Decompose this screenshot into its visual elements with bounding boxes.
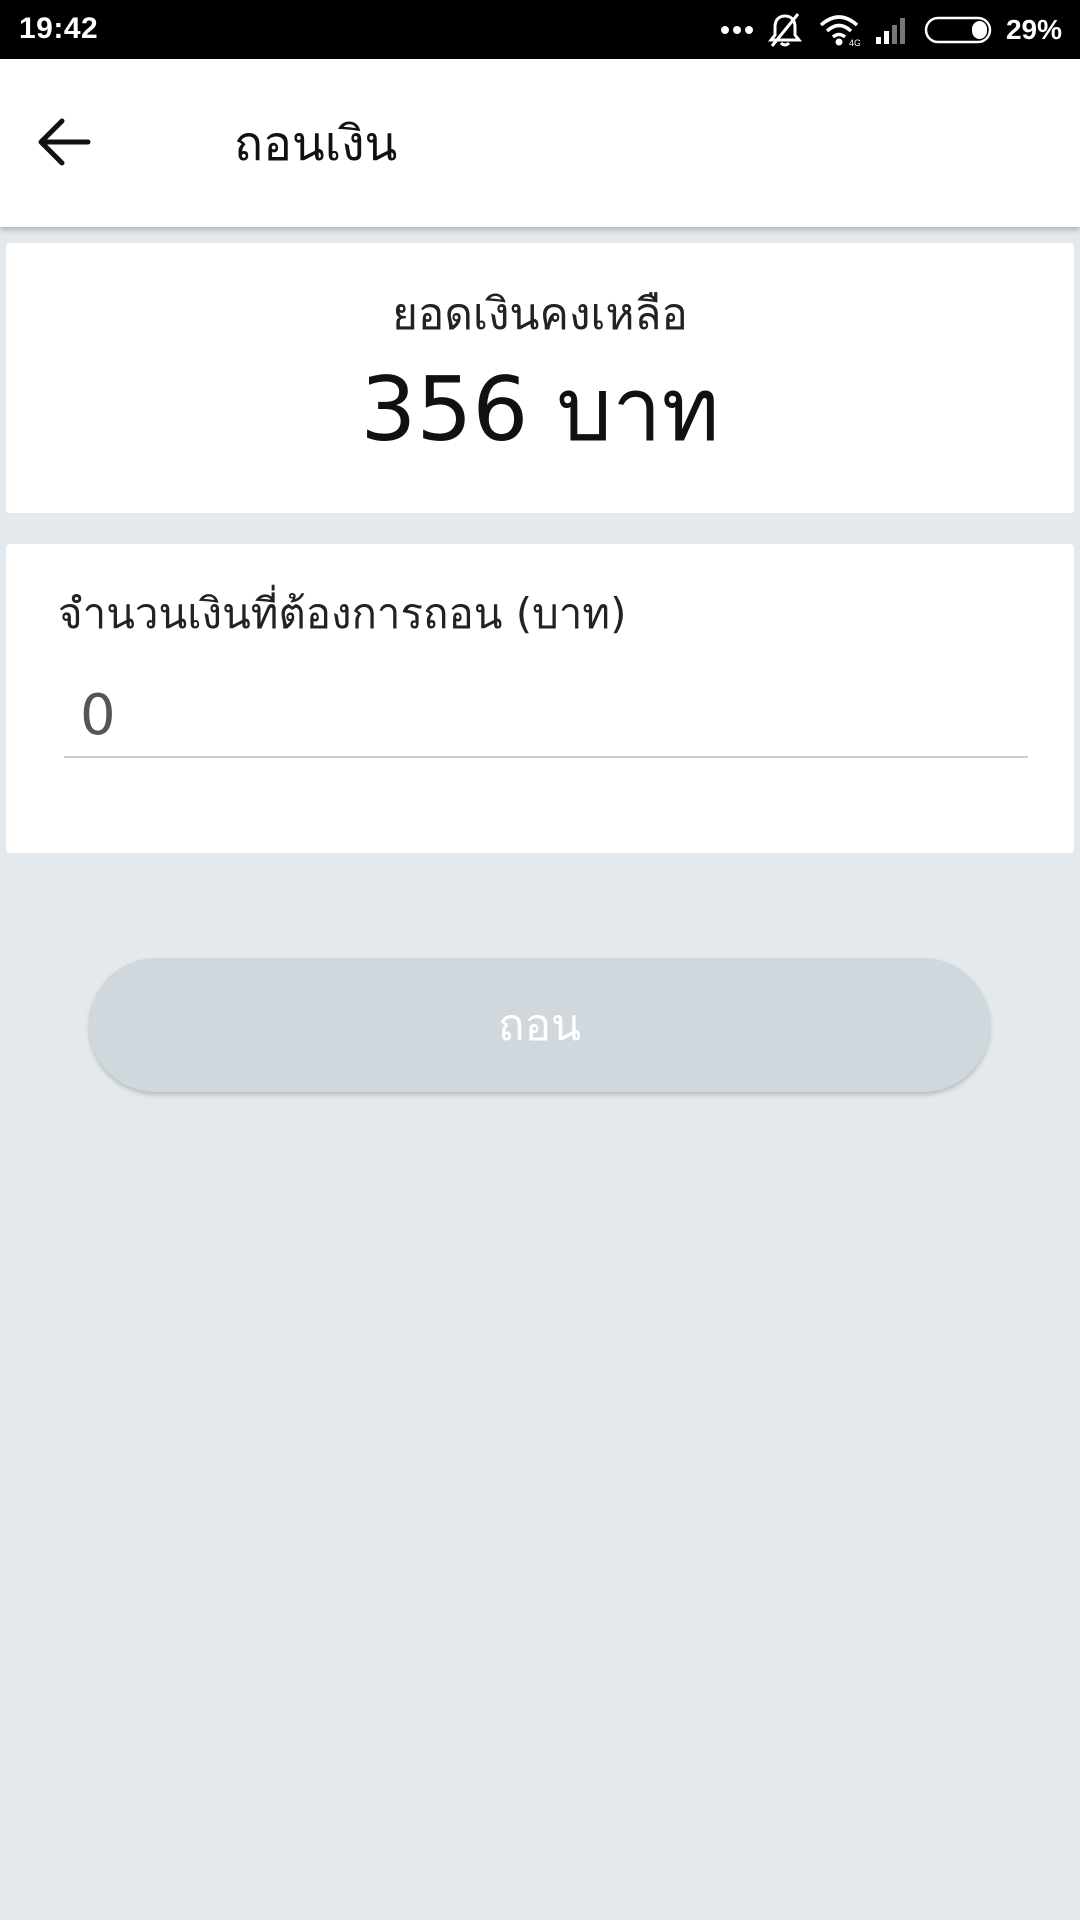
withdraw-button[interactable]: ถอน	[89, 958, 990, 1092]
status-time: 19:42	[19, 12, 99, 45]
battery-percent: 29%	[1005, 14, 1062, 45]
status-icons: 4G 29%	[720, 10, 1062, 50]
back-button[interactable]	[24, 104, 104, 184]
bell-off-icon	[767, 12, 802, 48]
withdraw-button-label: ถอน	[497, 1000, 582, 1051]
balance-label: ยอดเงินคงเหลือ	[392, 289, 688, 340]
more-dots-icon	[720, 24, 754, 36]
svg-text:4G: 4G	[849, 38, 860, 47]
balance-card: ยอดเงินคงเหลือ 356 บาท	[6, 243, 1074, 513]
page-title: ถอนเงิน	[234, 116, 398, 172]
battery-icon	[924, 15, 996, 45]
cell-signal-icon	[874, 15, 910, 45]
balance-value: 356 บาท	[360, 358, 720, 461]
arrow-left-icon	[36, 116, 92, 172]
amount-input[interactable]	[64, 674, 1028, 758]
amount-card: จำนวนเงินที่ต้องการถอน (บาท)	[6, 544, 1074, 853]
status-bar: 19:42 4G 29%	[0, 0, 1080, 59]
amount-label: จำนวนเงินที่ต้องการถอน (บาท)	[58, 589, 627, 638]
app-bar: ถอนเงิน	[0, 59, 1080, 227]
wifi-icon: 4G	[818, 13, 860, 47]
